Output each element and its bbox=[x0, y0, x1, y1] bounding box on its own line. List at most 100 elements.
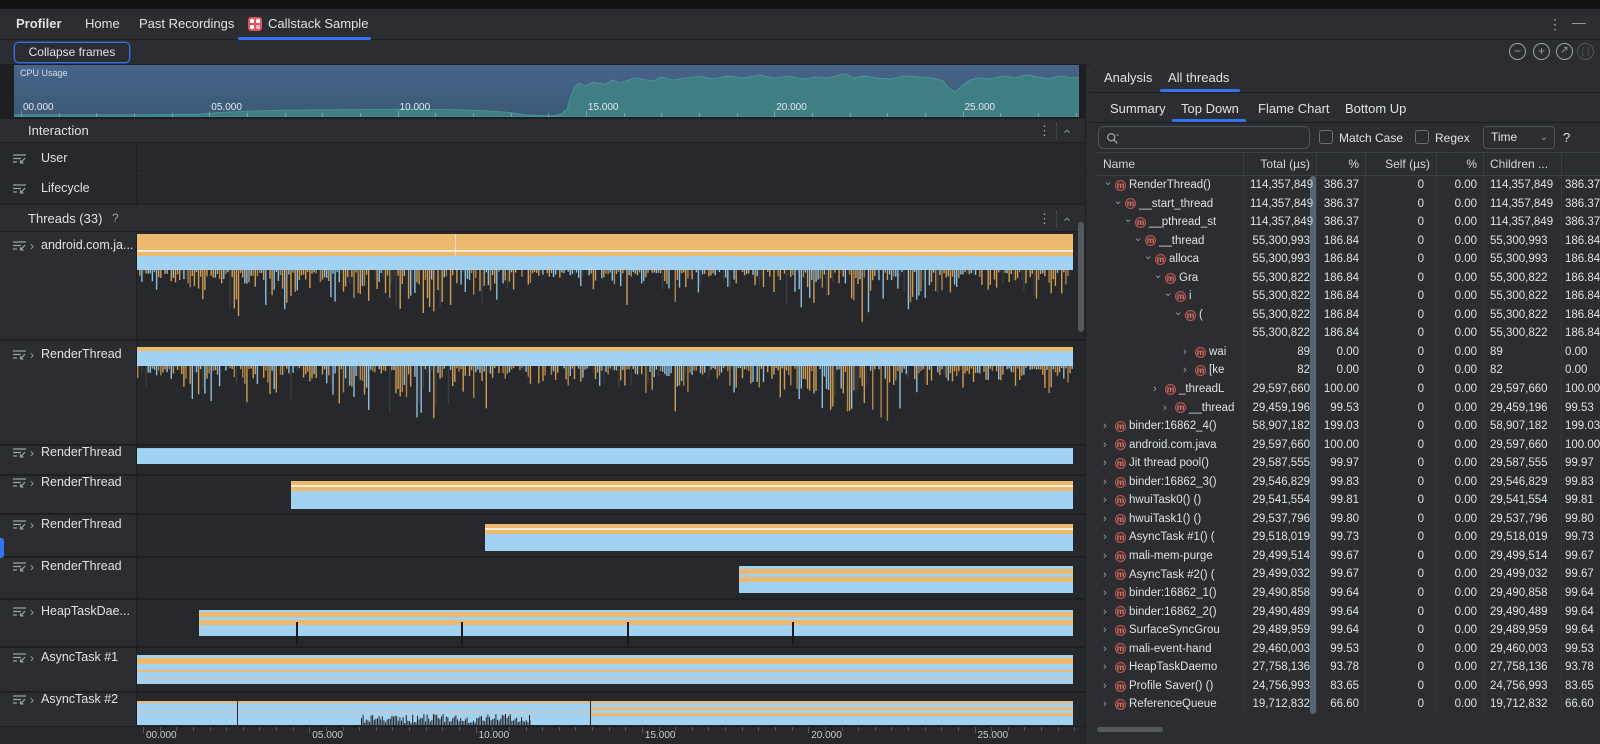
tree-collapsed-icon[interactable]: › bbox=[1103, 695, 1112, 714]
tree-collapsed-icon[interactable]: › bbox=[1103, 621, 1112, 640]
table-row[interactable]: ›mGra55,300,822186.8400.0055,300,822186.… bbox=[1097, 269, 1600, 288]
table-row[interactable]: ›mbinder:16862_4()58,907,182199.0300.005… bbox=[1097, 417, 1600, 436]
interaction-row-lifecycle[interactable]: Lifecycle bbox=[41, 181, 90, 195]
tree-collapsed-icon[interactable]: › bbox=[1103, 603, 1112, 622]
table-horizontal-scrollbar[interactable] bbox=[1097, 727, 1163, 732]
tree-collapsed-icon[interactable]: › bbox=[1103, 640, 1112, 659]
collapse-frames-button[interactable]: Collapse frames bbox=[14, 42, 130, 63]
interaction-section-header[interactable]: Interaction ⋮ › bbox=[0, 118, 1085, 143]
threads-more-icon[interactable]: ⋮ bbox=[1038, 211, 1051, 227]
threads-vertical-scrollbar[interactable] bbox=[1078, 222, 1084, 332]
table-row[interactable]: ›mSurfaceSyncGrou29,489,95999.6400.0029,… bbox=[1097, 621, 1600, 640]
track-expand-icon[interactable] bbox=[12, 447, 27, 459]
tree-expanded-icon[interactable]: › bbox=[1118, 219, 1137, 228]
track-expand-icon[interactable] bbox=[12, 183, 27, 195]
table-row[interactable]: ›mReferenceQueue19,712,83266.6000.0019,7… bbox=[1097, 695, 1600, 714]
table-row[interactable]: ›m__thread29,459,19699.5300.0029,459,196… bbox=[1097, 399, 1600, 418]
tree-collapsed-icon[interactable]: › bbox=[1103, 547, 1112, 566]
table-row[interactable]: ›mi55,300,822186.8400.0055,300,822186.84 bbox=[1097, 287, 1600, 306]
col-children[interactable]: Children ... bbox=[1484, 153, 1562, 175]
thread-chevron-icon[interactable]: › bbox=[30, 348, 34, 362]
tree-collapsed-icon[interactable]: › bbox=[1183, 361, 1192, 380]
reset-zoom-icon[interactable]: ↗ bbox=[1556, 43, 1573, 60]
col-self-pct[interactable]: % bbox=[1437, 153, 1484, 175]
tree-expanded-icon[interactable]: › bbox=[1138, 256, 1157, 265]
thread-label[interactable]: AsyncTask #1 bbox=[41, 650, 118, 664]
track-expand-icon[interactable] bbox=[12, 606, 27, 618]
thread-label[interactable]: RenderThread bbox=[41, 475, 122, 489]
col-total[interactable]: Total (µs) bbox=[1244, 153, 1317, 175]
thread-chevron-icon[interactable]: › bbox=[30, 518, 34, 532]
threads-collapse-icon[interactable]: › bbox=[1059, 217, 1074, 221]
table-row[interactable]: ›mJit thread pool() 29,587,55599.9700.00… bbox=[1097, 454, 1600, 473]
tree-collapsed-icon[interactable]: › bbox=[1103, 473, 1112, 492]
track-expand-icon[interactable] bbox=[12, 519, 27, 531]
tab-all-threads[interactable]: All threads bbox=[1168, 70, 1229, 85]
tree-collapsed-icon[interactable]: › bbox=[1103, 566, 1112, 585]
table-row[interactable]: ›malloca55,300,993186.8400.0055,300,9931… bbox=[1097, 250, 1600, 269]
table-row[interactable]: ›mmali-event-hand29,460,00399.5300.0029,… bbox=[1097, 640, 1600, 659]
tab-callstack-sample[interactable]: Callstack Sample bbox=[268, 9, 368, 39]
table-row[interactable]: ›mbinder:16862_1()29,490,85899.6400.0029… bbox=[1097, 584, 1600, 603]
search-field[interactable] bbox=[1098, 126, 1310, 149]
subtab-flame-chart[interactable]: Flame Chart bbox=[1258, 101, 1330, 116]
threads-section-header[interactable]: Threads (33) ? ⋮ › bbox=[0, 204, 1085, 232]
subtab-top-down[interactable]: Top Down bbox=[1181, 101, 1239, 116]
tree-collapsed-icon[interactable]: › bbox=[1103, 658, 1112, 677]
tab-past-recordings[interactable]: Past Recordings bbox=[139, 9, 234, 39]
tree-collapsed-icon[interactable]: › bbox=[1153, 380, 1162, 399]
tree-collapsed-icon[interactable]: › bbox=[1183, 343, 1192, 362]
subtab-bottom-up[interactable]: Bottom Up bbox=[1345, 101, 1406, 116]
tree-collapsed-icon[interactable]: › bbox=[1103, 417, 1112, 436]
thread-label[interactable]: RenderThread bbox=[41, 559, 122, 573]
table-row[interactable]: ›mbinder:16862_2()29,490,48999.6400.0029… bbox=[1097, 603, 1600, 622]
tab-home[interactable]: Home bbox=[85, 9, 120, 39]
table-row[interactable]: ›mRenderThread() 114,357,849386.3700.001… bbox=[1097, 176, 1600, 195]
subtab-summary[interactable]: Summary bbox=[1110, 101, 1166, 116]
table-row[interactable]: ›m__pthread_st114,357,849386.3700.00114,… bbox=[1097, 213, 1600, 232]
track-expand-icon[interactable] bbox=[12, 349, 27, 361]
table-row[interactable]: ›mAsyncTask #2() (29,499,03299.6700.0029… bbox=[1097, 565, 1600, 584]
thread-label[interactable]: android.com.ja... bbox=[41, 238, 133, 252]
tree-collapsed-icon[interactable]: › bbox=[1103, 510, 1112, 529]
tree-collapsed-icon[interactable]: › bbox=[1103, 584, 1112, 603]
table-row[interactable]: ›mHeapTaskDaemo27,758,13693.7800.0027,75… bbox=[1097, 658, 1600, 677]
table-row[interactable]: ›mhwuiTask0() ()29,541,55499.8100.0029,5… bbox=[1097, 491, 1600, 510]
table-row[interactable]: ›mandroid.com.java29,597,660100.0000.002… bbox=[1097, 436, 1600, 455]
track-expand-icon[interactable] bbox=[12, 153, 27, 165]
tab-analysis[interactable]: Analysis bbox=[1104, 70, 1152, 85]
tree-expanded-icon[interactable]: › bbox=[1098, 182, 1117, 191]
table-row[interactable]: ›mwai890.0000.00890.00 bbox=[1097, 343, 1600, 362]
interaction-more-icon[interactable]: ⋮ bbox=[1038, 123, 1051, 139]
tree-expanded-icon[interactable]: › bbox=[1168, 312, 1187, 321]
time-dropdown[interactable]: Time⌄ bbox=[1483, 126, 1555, 149]
hide-tool-window-icon[interactable]: — bbox=[1572, 15, 1586, 29]
col-pct[interactable]: % bbox=[1317, 153, 1366, 175]
search-help-icon[interactable]: ? bbox=[1563, 130, 1570, 145]
thread-chevron-icon[interactable]: › bbox=[30, 560, 34, 574]
regex-checkbox[interactable] bbox=[1415, 130, 1429, 144]
tree-collapsed-icon[interactable]: › bbox=[1163, 399, 1172, 418]
table-row[interactable]: 55,300,822186.8400.0055,300,822186.84 bbox=[1097, 324, 1600, 343]
table-row[interactable]: ›m(55,300,822186.8400.0055,300,822186.84 bbox=[1097, 306, 1600, 325]
match-case-label[interactable]: Match Case bbox=[1339, 131, 1403, 145]
col-name[interactable]: Name bbox=[1097, 153, 1244, 175]
threads-help-icon[interactable]: ? bbox=[112, 211, 119, 225]
table-row[interactable]: ›m__thread55,300,993186.8400.0055,300,99… bbox=[1097, 232, 1600, 251]
tree-collapsed-icon[interactable]: › bbox=[1103, 454, 1112, 473]
table-row[interactable]: ›m[ke820.0000.00820.00 bbox=[1097, 361, 1600, 380]
tree-table-header[interactable]: Name Total (µs) % Self (µs) % Children .… bbox=[1097, 152, 1600, 176]
tree-expanded-icon[interactable]: › bbox=[1158, 293, 1177, 302]
track-expand-icon[interactable] bbox=[12, 477, 27, 489]
thread-chevron-icon[interactable]: › bbox=[30, 651, 34, 665]
table-row[interactable]: ›mProfile Saver() ()24,756,99383.6500.00… bbox=[1097, 677, 1600, 696]
tree-expanded-icon[interactable]: › bbox=[1128, 237, 1147, 246]
table-row[interactable]: ›mbinder:16862_3()29,546,82999.8300.0029… bbox=[1097, 473, 1600, 492]
thread-flame-spikes[interactable] bbox=[137, 366, 1073, 434]
thread-label[interactable]: RenderThread bbox=[41, 347, 122, 361]
thread-label[interactable]: RenderThread bbox=[41, 445, 122, 459]
match-case-checkbox[interactable] bbox=[1319, 130, 1333, 144]
search-input[interactable] bbox=[1125, 128, 1305, 147]
tree-collapsed-icon[interactable]: › bbox=[1103, 528, 1112, 547]
interaction-collapse-icon[interactable]: › bbox=[1059, 129, 1074, 133]
